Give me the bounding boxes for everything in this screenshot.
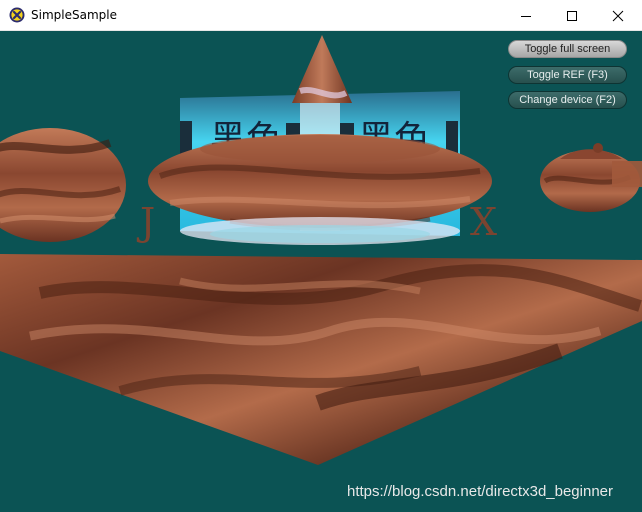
window-title: SimpleSample bbox=[31, 8, 117, 22]
toggle-ref-button[interactable]: Toggle REF (F3) bbox=[508, 66, 627, 84]
render-viewport[interactable]: J X 黑色 黑色 bbox=[0, 31, 642, 512]
textured-floor bbox=[0, 254, 642, 465]
textured-torus bbox=[148, 134, 492, 231]
app-window: SimpleSample J X Toggle full screen Togg… bbox=[0, 0, 642, 512]
directx-icon bbox=[9, 7, 25, 23]
textured-cone bbox=[292, 35, 352, 103]
minimize-icon bbox=[521, 15, 531, 17]
change-device-button[interactable]: Change device (F2) bbox=[508, 91, 627, 109]
close-button[interactable] bbox=[595, 0, 641, 31]
minimize-button[interactable] bbox=[503, 0, 549, 31]
scene-letter-left: J bbox=[136, 200, 155, 244]
maximize-button[interactable] bbox=[549, 0, 595, 31]
watermark-text: https://blog.csdn.net/directx3d_beginner bbox=[347, 483, 614, 500]
reflective-ring bbox=[180, 217, 460, 245]
scene-letter-right: X bbox=[470, 200, 497, 244]
toggle-fullscreen-button[interactable]: Toggle full screen bbox=[508, 40, 627, 58]
title-bar[interactable]: SimpleSample bbox=[0, 0, 642, 31]
close-icon bbox=[612, 10, 624, 21]
textured-teapot bbox=[540, 143, 642, 212]
maximize-icon bbox=[567, 10, 577, 21]
textured-sphere bbox=[0, 128, 126, 242]
